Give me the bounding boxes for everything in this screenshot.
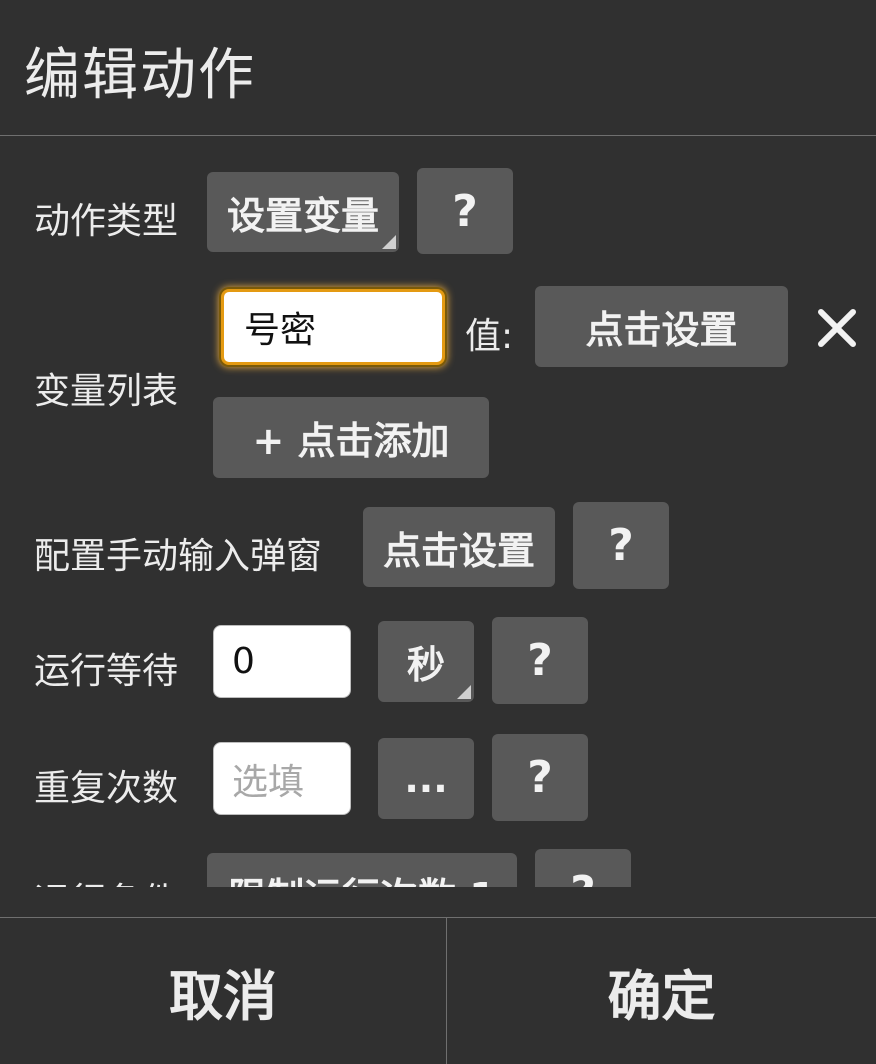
wait-label: 运行等待	[34, 651, 179, 692]
wait-help-button[interactable]: ?	[492, 617, 588, 704]
repeat-label: 重复次数	[34, 768, 179, 809]
action-type-help-button[interactable]: ?	[417, 168, 513, 254]
manual-popup-button[interactable]: 点击设置	[363, 507, 555, 587]
condition-label: 运行条件	[34, 872, 178, 887]
repeat-input[interactable]: 选填	[213, 742, 351, 815]
form-scroll-area[interactable]: 动作类型 设置变量 ? 变量列表 号密 值: 点击设置 + 点击添加 配置手动输…	[0, 137, 876, 887]
remove-var-icon[interactable]	[816, 307, 858, 349]
cancel-button[interactable]: 取消	[0, 918, 446, 1064]
condition-help-button[interactable]: ?	[535, 849, 631, 887]
wait-unit-select[interactable]: 秒	[378, 621, 474, 702]
manual-popup-label: 配置手动输入弹窗	[34, 536, 323, 577]
var-list-label: 变量列表	[34, 371, 179, 412]
action-type-label: 动作类型	[34, 201, 179, 242]
var-name-input[interactable]: 号密	[221, 289, 445, 365]
wait-input[interactable]: 0	[213, 625, 351, 698]
title-divider	[0, 135, 876, 136]
var-value-label: 值:	[465, 316, 514, 357]
add-var-button[interactable]: + 点击添加	[213, 397, 489, 478]
condition-select[interactable]: 限制运行次数 1	[207, 853, 517, 887]
dialog-title: 编辑动作	[24, 43, 256, 108]
repeat-help-button[interactable]: ?	[492, 734, 588, 821]
repeat-more-button[interactable]: ...	[378, 738, 474, 819]
ok-button[interactable]: 确定	[447, 918, 876, 1064]
manual-popup-help-button[interactable]: ?	[573, 502, 669, 589]
action-type-select[interactable]: 设置变量	[207, 172, 399, 252]
var-value-button[interactable]: 点击设置	[535, 286, 788, 367]
